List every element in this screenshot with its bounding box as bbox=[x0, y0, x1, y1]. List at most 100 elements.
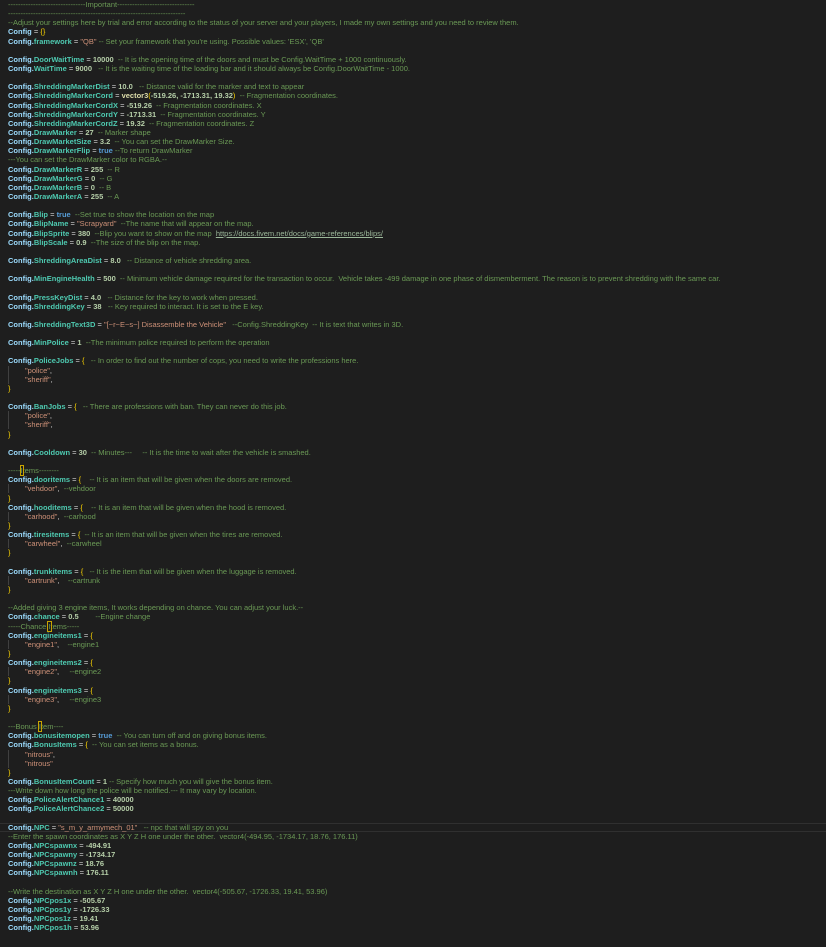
code-line[interactable]: "carwheel", --carwheel bbox=[8, 539, 826, 549]
code-line[interactable]: "police", bbox=[8, 411, 826, 421]
code-line[interactable]: Config.DrawMarker = 27 -- Marker shape bbox=[8, 128, 826, 137]
code-line[interactable] bbox=[8, 457, 826, 466]
code-line[interactable]: Config.PressKeyDist = 4.0 -- Distance fo… bbox=[8, 293, 826, 302]
code-line[interactable]: } bbox=[8, 548, 826, 557]
code-line[interactable]: Config.Blip = true --Set true to show th… bbox=[8, 210, 826, 219]
code-line[interactable]: Config.DrawMarkerG = 0 -- G bbox=[8, 174, 826, 183]
code-line[interactable]: Config.NPCspawnx = -494.91 bbox=[8, 841, 826, 850]
code-line[interactable]: Config.BlipScale = 0.9 --The size of the… bbox=[8, 238, 826, 247]
code-line[interactable]: "police", bbox=[8, 365, 826, 375]
code-line[interactable]: Config.BonusItems = { -- You can set ite… bbox=[8, 740, 826, 749]
code-line[interactable]: Config.engineitems3 = { bbox=[8, 686, 826, 695]
code-line[interactable]: -----Chance Items----- bbox=[8, 620, 826, 632]
code-line[interactable]: } bbox=[8, 430, 826, 439]
code-line[interactable] bbox=[8, 393, 826, 402]
code-line[interactable]: Config.NPCspawnh = 176.11 bbox=[8, 868, 826, 877]
code-line[interactable]: Config.BanJobs = { -- There are professi… bbox=[8, 402, 826, 411]
code-line[interactable]: "nitrous" bbox=[8, 758, 826, 768]
code-line[interactable]: Config = {} bbox=[8, 27, 826, 36]
code-line[interactable]: Config.WaitTime = 9000 -- It is the wait… bbox=[8, 64, 826, 73]
code-line[interactable]: Config.DrawMarkerB = 0 -- B bbox=[8, 183, 826, 192]
code-line[interactable] bbox=[8, 247, 826, 256]
code-line[interactable]: "engine2", --engine2 bbox=[8, 667, 826, 677]
code-line[interactable]: Config.BlipSprite = 380 --Blip you want … bbox=[8, 229, 826, 238]
code-line[interactable] bbox=[8, 878, 826, 887]
code-line[interactable]: ----------------------------------------… bbox=[8, 9, 826, 18]
code-line[interactable]: Config.BonusItemCount = 1 -- Specify how… bbox=[8, 777, 826, 786]
code-line[interactable]: Config.DrawMarkerA = 255 -- A bbox=[8, 192, 826, 201]
code-line[interactable]: "engine3", --engine3 bbox=[8, 694, 826, 704]
code-line[interactable] bbox=[8, 814, 826, 823]
code-line[interactable]: "nitrous", bbox=[8, 749, 826, 759]
code-line[interactable]: --Write the destination as X Y Z H one u… bbox=[8, 887, 826, 896]
code-line[interactable]: Config.NPCpos1x = -505.67 bbox=[8, 896, 826, 905]
code-line[interactable]: } bbox=[8, 521, 826, 530]
code-line[interactable] bbox=[8, 201, 826, 210]
code-line[interactable]: -------------------------------Important… bbox=[8, 0, 826, 9]
code-line[interactable]: Config.ShreddingAreaDist = 8.0 -- Distan… bbox=[8, 256, 826, 265]
code-line[interactable]: Config.framework = "QB" -- Set your fram… bbox=[8, 37, 826, 46]
code-line[interactable]: Config.DoorWaitTime = 10000 -- It is the… bbox=[8, 55, 826, 64]
code-line[interactable] bbox=[8, 558, 826, 567]
code-line[interactable]: } bbox=[8, 384, 826, 393]
code-line[interactable] bbox=[8, 46, 826, 55]
code-line[interactable]: Config.NPCpos1y = -1726.33 bbox=[8, 905, 826, 914]
code-line[interactable]: Config.DrawMarkerR = 255 -- R bbox=[8, 165, 826, 174]
code-line[interactable]: Config.ShreddingKey = 38 -- Key required… bbox=[8, 302, 826, 311]
code-line[interactable] bbox=[8, 329, 826, 338]
code-line[interactable]: } bbox=[8, 768, 826, 777]
code-line[interactable]: ---You can set the DrawMarker color to R… bbox=[8, 155, 826, 164]
code-line[interactable]: "cartrunk", --cartrunk bbox=[8, 575, 826, 585]
code-line[interactable]: Config.trunkitems = { -- It is the item … bbox=[8, 567, 826, 576]
code-line[interactable]: Config.ShreddingMarkerDist = 10.0 -- Dis… bbox=[8, 82, 826, 91]
code-line[interactable]: Config.engineitems1 = { bbox=[8, 631, 826, 640]
code-line[interactable]: Config.NPCspawnz = 18.76 bbox=[8, 859, 826, 868]
code-line[interactable]: "carhood", --carhood bbox=[8, 511, 826, 521]
code-line[interactable]: "sheriff", bbox=[8, 374, 826, 384]
code-line[interactable]: Config.ShreddingMarkerCordZ = 19.32 -- F… bbox=[8, 119, 826, 128]
code-line[interactable]: --Adjust your settings here by trial and… bbox=[8, 18, 826, 27]
code-line[interactable]: Config.MinPolice = 1 --The minimum polic… bbox=[8, 338, 826, 347]
code-line[interactable]: } bbox=[8, 494, 826, 503]
code-line[interactable] bbox=[8, 347, 826, 356]
link[interactable]: https://docs.fivem.net/docs/game-referen… bbox=[216, 229, 383, 238]
code-line[interactable] bbox=[8, 594, 826, 603]
code-line[interactable]: Config.ShreddingText3D = "[~r~E~s~] Disa… bbox=[8, 320, 826, 329]
code-line[interactable]: } bbox=[8, 585, 826, 594]
code-line[interactable]: } bbox=[8, 704, 826, 713]
code-line[interactable]: Config.ShreddingMarkerCord = vector3(-51… bbox=[8, 91, 826, 100]
code-line[interactable]: Config.Cooldown = 30 -- Minutes--- -- It… bbox=[8, 448, 826, 457]
code-line[interactable] bbox=[8, 73, 826, 82]
code-line[interactable]: Config.PoliceJobs = { -- In order to fin… bbox=[8, 356, 826, 365]
code-line[interactable]: "vehdoor", --vehdoor bbox=[8, 484, 826, 494]
code-line[interactable] bbox=[8, 311, 826, 320]
code-line-current[interactable]: Config.NPC = "s_m_y_armymech_01" -- npc … bbox=[0, 822, 826, 832]
code-line[interactable]: "engine1", --engine1 bbox=[8, 639, 826, 649]
code-line[interactable]: } bbox=[8, 649, 826, 658]
code-line[interactable]: ---Bonus Item---- bbox=[8, 721, 826, 733]
code-line[interactable]: Config.tiresitems = { -- It is an item t… bbox=[8, 530, 826, 539]
code-line[interactable]: Config.ShreddingMarkerCordX = -519.26 --… bbox=[8, 101, 826, 110]
code-line[interactable]: Config.bonusitemopen = true -- You can t… bbox=[8, 731, 826, 740]
code-line[interactable]: Config.ShreddingMarkerCordY = -1713.31 -… bbox=[8, 110, 826, 119]
code-line[interactable]: ---Write down how long the police will b… bbox=[8, 786, 826, 795]
code-line[interactable] bbox=[8, 439, 826, 448]
code-line[interactable] bbox=[8, 265, 826, 274]
code-editor[interactable]: -------------------------------Important… bbox=[0, 0, 826, 932]
code-line[interactable]: -----Items-------- bbox=[8, 465, 826, 477]
code-line[interactable]: Config.hooditems = { -- It is an item th… bbox=[8, 503, 826, 512]
code-line[interactable]: Config.PoliceAlertChance1 = 40000 bbox=[8, 795, 826, 804]
code-line[interactable]: Config.chance = 0.5 --Engine change bbox=[8, 612, 826, 621]
code-line[interactable] bbox=[8, 713, 826, 722]
code-line[interactable]: } bbox=[8, 676, 826, 685]
code-line[interactable]: Config.NPCpos1z = 19.41 bbox=[8, 914, 826, 923]
code-line[interactable]: Config.MinEngineHealth = 500 -- Minimum … bbox=[8, 274, 826, 283]
code-line[interactable]: Config.engineitems2 = { bbox=[8, 658, 826, 667]
code-line[interactable]: "sheriff", bbox=[8, 420, 826, 430]
code-line[interactable]: Config.DrawMarketSize = 3.2 -- You can s… bbox=[8, 137, 826, 146]
code-line[interactable]: --Added giving 3 engine items, It works … bbox=[8, 603, 826, 612]
code-line[interactable]: Config.DrawMarkerFlip = true --To return… bbox=[8, 146, 826, 155]
code-line[interactable]: Config.BlipName = "Scrapyard" --The name… bbox=[8, 219, 826, 228]
code-line[interactable]: Config.PoliceAlertChance2 = 50000 bbox=[8, 804, 826, 813]
code-line[interactable]: --Enter the spawn coordinates as X Y Z H… bbox=[8, 832, 826, 841]
